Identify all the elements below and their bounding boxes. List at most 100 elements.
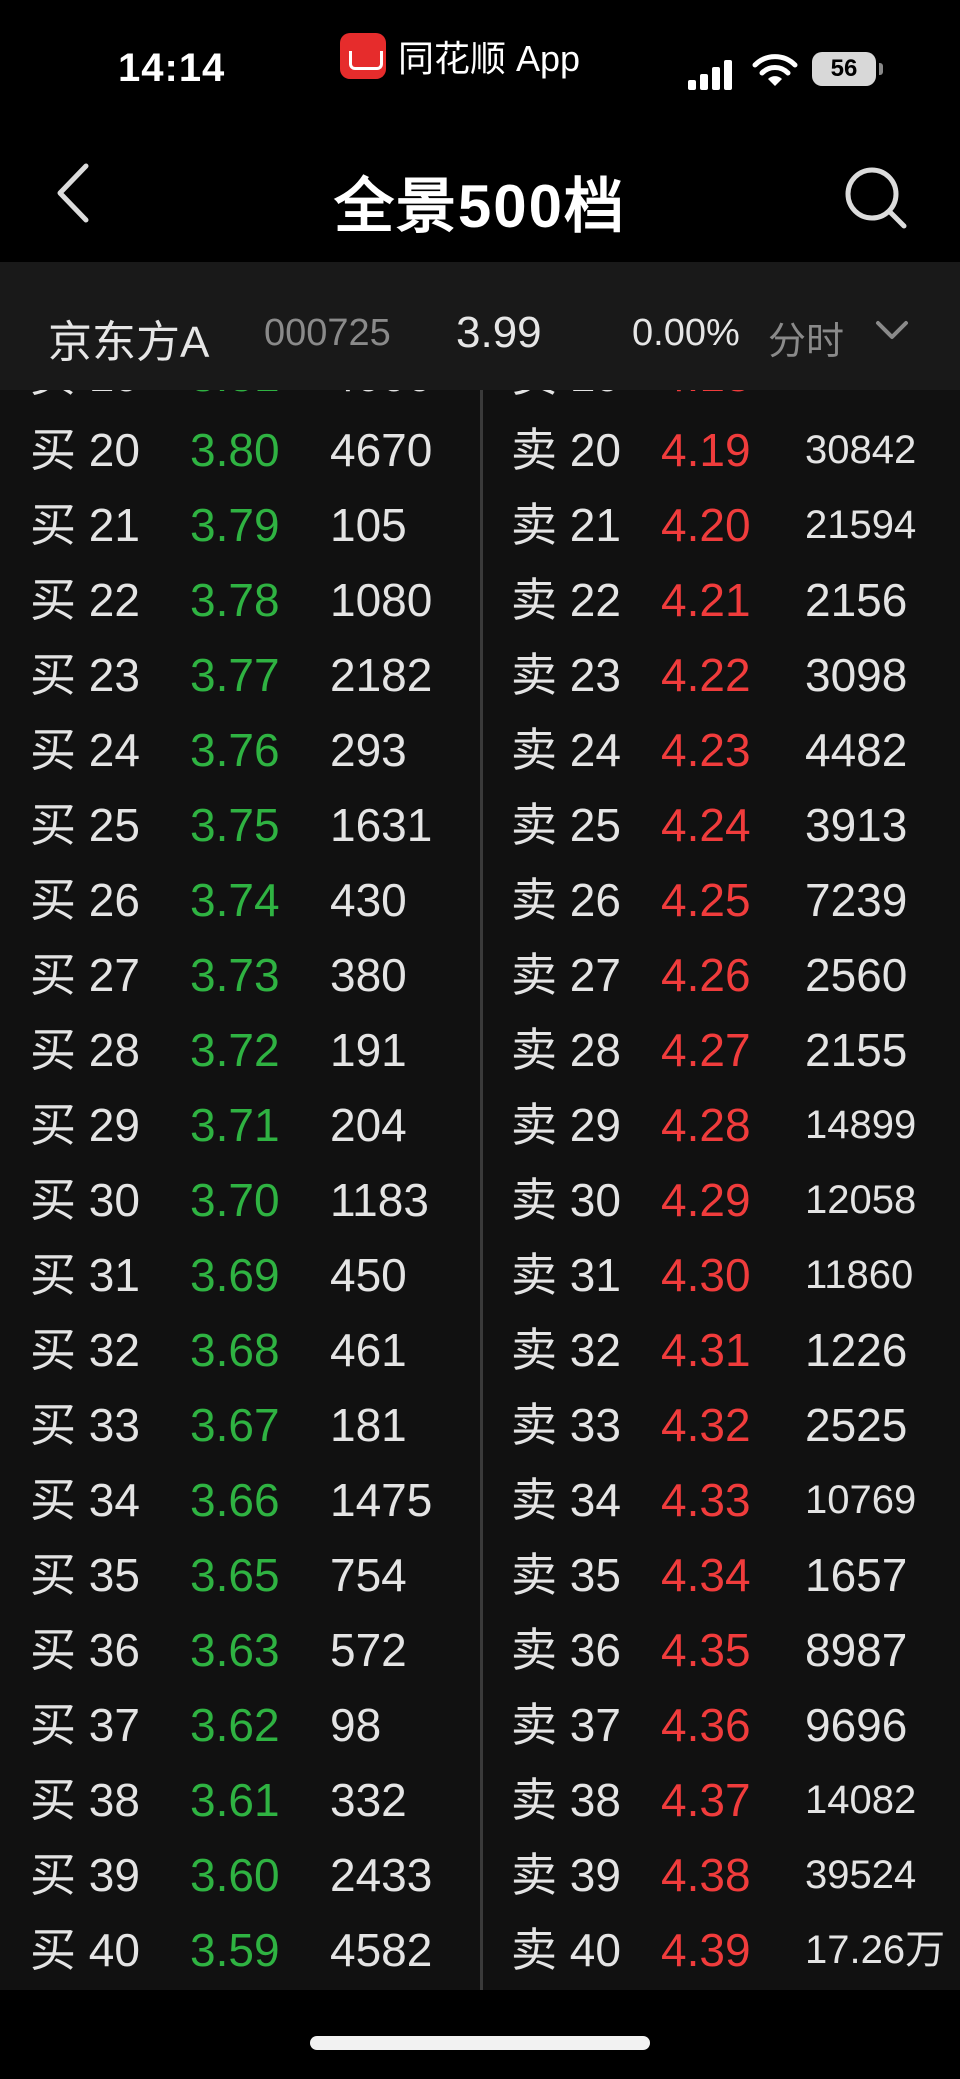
ask-row[interactable]: 卖 24 4.23 4482 <box>483 713 960 788</box>
bid-row[interactable]: 买 32 3.68 461 <box>0 1313 480 1388</box>
ask-row[interactable]: 卖 30 4.29 12058 <box>483 1163 960 1238</box>
status-bar: 14:14 同花顺 App 56 <box>0 0 960 120</box>
ask-price: 4.19 <box>661 424 751 476</box>
ask-row[interactable]: 卖 27 4.26 2560 <box>483 938 960 1013</box>
ask-row[interactable]: 卖 28 4.27 2155 <box>483 1013 960 1088</box>
bid-row[interactable]: 买 21 3.79 105 <box>0 488 480 563</box>
ask-volume: 11070 <box>805 390 913 413</box>
bid-row[interactable]: 买 26 3.74 430 <box>0 863 480 938</box>
bid-row[interactable]: 买 37 3.62 98 <box>0 1688 480 1763</box>
bid-level-label: 买 36 <box>30 1624 140 1676</box>
bid-level-label: 买 22 <box>30 574 140 626</box>
cellular-signal-icon <box>688 56 742 90</box>
bid-row[interactable]: 买 31 3.69 450 <box>0 1238 480 1313</box>
bid-row[interactable]: 买 27 3.73 380 <box>0 938 480 1013</box>
bid-level-label: 买 37 <box>30 1699 140 1751</box>
ask-row[interactable]: 卖 37 4.36 9696 <box>483 1688 960 1763</box>
bid-level-label: 买 30 <box>30 1174 140 1226</box>
order-book[interactable]: 买 19 3.81 4000 买 20 3.80 4670 买 21 3.79 105 买 22 3… <box>0 390 960 1990</box>
bid-row[interactable]: 买 39 3.60 2433 <box>0 1838 480 1913</box>
bid-price: 3.61 <box>190 1774 280 1826</box>
ask-level-label: 卖 34 <box>511 1474 621 1526</box>
bid-row[interactable]: 买 38 3.61 332 <box>0 1763 480 1838</box>
ask-volume: 30842 <box>805 428 917 472</box>
bid-row[interactable]: 买 35 3.65 754 <box>0 1538 480 1613</box>
bid-row[interactable]: 买 20 3.80 4670 <box>0 413 480 488</box>
ask-price: 4.37 <box>661 1774 751 1826</box>
bid-level-label: 买 28 <box>30 1024 140 1076</box>
bid-price: 3.70 <box>190 1174 280 1226</box>
ask-row[interactable]: 卖 34 4.33 10769 <box>483 1463 960 1538</box>
bid-volume: 1080 <box>330 574 433 626</box>
ask-row[interactable]: 卖 35 4.34 1657 <box>483 1538 960 1613</box>
nav-bar: 全景500档 <box>0 120 960 262</box>
chevron-down-icon[interactable] <box>874 318 910 344</box>
app-indicator[interactable]: 同花顺 App <box>340 30 580 82</box>
ask-level-label: 卖 35 <box>511 1549 621 1601</box>
bid-volume: 1475 <box>330 1474 433 1526</box>
bid-price: 3.80 <box>190 424 280 476</box>
bid-volume: 2182 <box>330 649 433 701</box>
ask-level-label: 卖 23 <box>511 649 621 701</box>
stock-header: 京东方A 000725 3.99 0.00% 分时 <box>0 262 960 390</box>
chart-mode-selector[interactable]: 分时 <box>768 310 844 365</box>
bid-price: 3.65 <box>190 1549 280 1601</box>
bid-level-label: 买 23 <box>30 649 140 701</box>
ask-volume: 2155 <box>805 1024 908 1076</box>
ask-level-label: 卖 36 <box>511 1624 621 1676</box>
bid-row[interactable]: 买 40 3.59 4582 <box>0 1913 480 1988</box>
bid-row[interactable]: 买 29 3.71 204 <box>0 1088 480 1163</box>
ask-row[interactable]: 卖 39 4.38 39524 <box>483 1838 960 1913</box>
ask-price: 4.32 <box>661 1399 751 1451</box>
ask-price: 4.36 <box>661 1699 751 1751</box>
bid-price: 3.78 <box>190 574 280 626</box>
bid-row[interactable]: 买 24 3.76 293 <box>0 713 480 788</box>
bid-row[interactable]: 买 36 3.63 572 <box>0 1613 480 1688</box>
ask-volume: 17.26万 <box>805 1928 946 1972</box>
bid-row[interactable]: 买 30 3.70 1183 <box>0 1163 480 1238</box>
app-logo-icon <box>340 33 386 79</box>
search-icon[interactable] <box>840 162 910 232</box>
ask-row[interactable]: 卖 26 4.25 7239 <box>483 863 960 938</box>
home-indicator[interactable] <box>310 2036 650 2050</box>
ask-row[interactable]: 卖 40 4.39 17.26万 <box>483 1913 960 1988</box>
bid-row[interactable]: 买 19 3.81 4000 <box>0 390 480 413</box>
ask-row[interactable]: 卖 32 4.31 1226 <box>483 1313 960 1388</box>
bid-volume: 461 <box>330 1324 407 1376</box>
ask-level-label: 卖 38 <box>511 1774 621 1826</box>
ask-row[interactable]: 卖 33 4.32 2525 <box>483 1388 960 1463</box>
bid-level-label: 买 21 <box>30 499 140 551</box>
ask-price: 4.22 <box>661 649 751 701</box>
bid-row[interactable]: 买 25 3.75 1631 <box>0 788 480 863</box>
bid-volume: 2433 <box>330 1849 433 1901</box>
ask-row[interactable]: 卖 29 4.28 14899 <box>483 1088 960 1163</box>
stock-code: 000725 <box>264 312 391 354</box>
bid-volume: 191 <box>330 1024 407 1076</box>
ask-row[interactable]: 卖 38 4.37 14082 <box>483 1763 960 1838</box>
bid-row[interactable]: 买 23 3.77 2182 <box>0 638 480 713</box>
bid-level-label: 买 20 <box>30 424 140 476</box>
bid-level-label: 买 34 <box>30 1474 140 1526</box>
bid-volume: 380 <box>330 949 407 1001</box>
ask-volume: 4482 <box>805 724 908 776</box>
bid-volume: 98 <box>330 1699 382 1751</box>
ask-price: 4.35 <box>661 1624 751 1676</box>
bid-row[interactable]: 买 22 3.78 1080 <box>0 563 480 638</box>
ask-price: 4.27 <box>661 1024 751 1076</box>
ask-row[interactable]: 卖 31 4.30 11860 <box>483 1238 960 1313</box>
ask-row[interactable]: 卖 25 4.24 3913 <box>483 788 960 863</box>
bid-row[interactable]: 买 33 3.67 181 <box>0 1388 480 1463</box>
bid-price: 3.63 <box>190 1624 280 1676</box>
ask-price: 4.20 <box>661 499 751 551</box>
ask-row[interactable]: 卖 23 4.22 3098 <box>483 638 960 713</box>
ask-row[interactable]: 卖 19 4.18 11070 <box>483 390 960 413</box>
bid-row[interactable]: 买 28 3.72 191 <box>0 1013 480 1088</box>
ask-price: 4.34 <box>661 1549 751 1601</box>
ask-row[interactable]: 卖 36 4.35 8987 <box>483 1613 960 1688</box>
ask-volume: 2156 <box>805 574 908 626</box>
ask-row[interactable]: 卖 21 4.20 21594 <box>483 488 960 563</box>
ask-row[interactable]: 卖 22 4.21 2156 <box>483 563 960 638</box>
ask-volume: 21594 <box>805 503 917 547</box>
ask-row[interactable]: 卖 20 4.19 30842 <box>483 413 960 488</box>
bid-row[interactable]: 买 34 3.66 1475 <box>0 1463 480 1538</box>
